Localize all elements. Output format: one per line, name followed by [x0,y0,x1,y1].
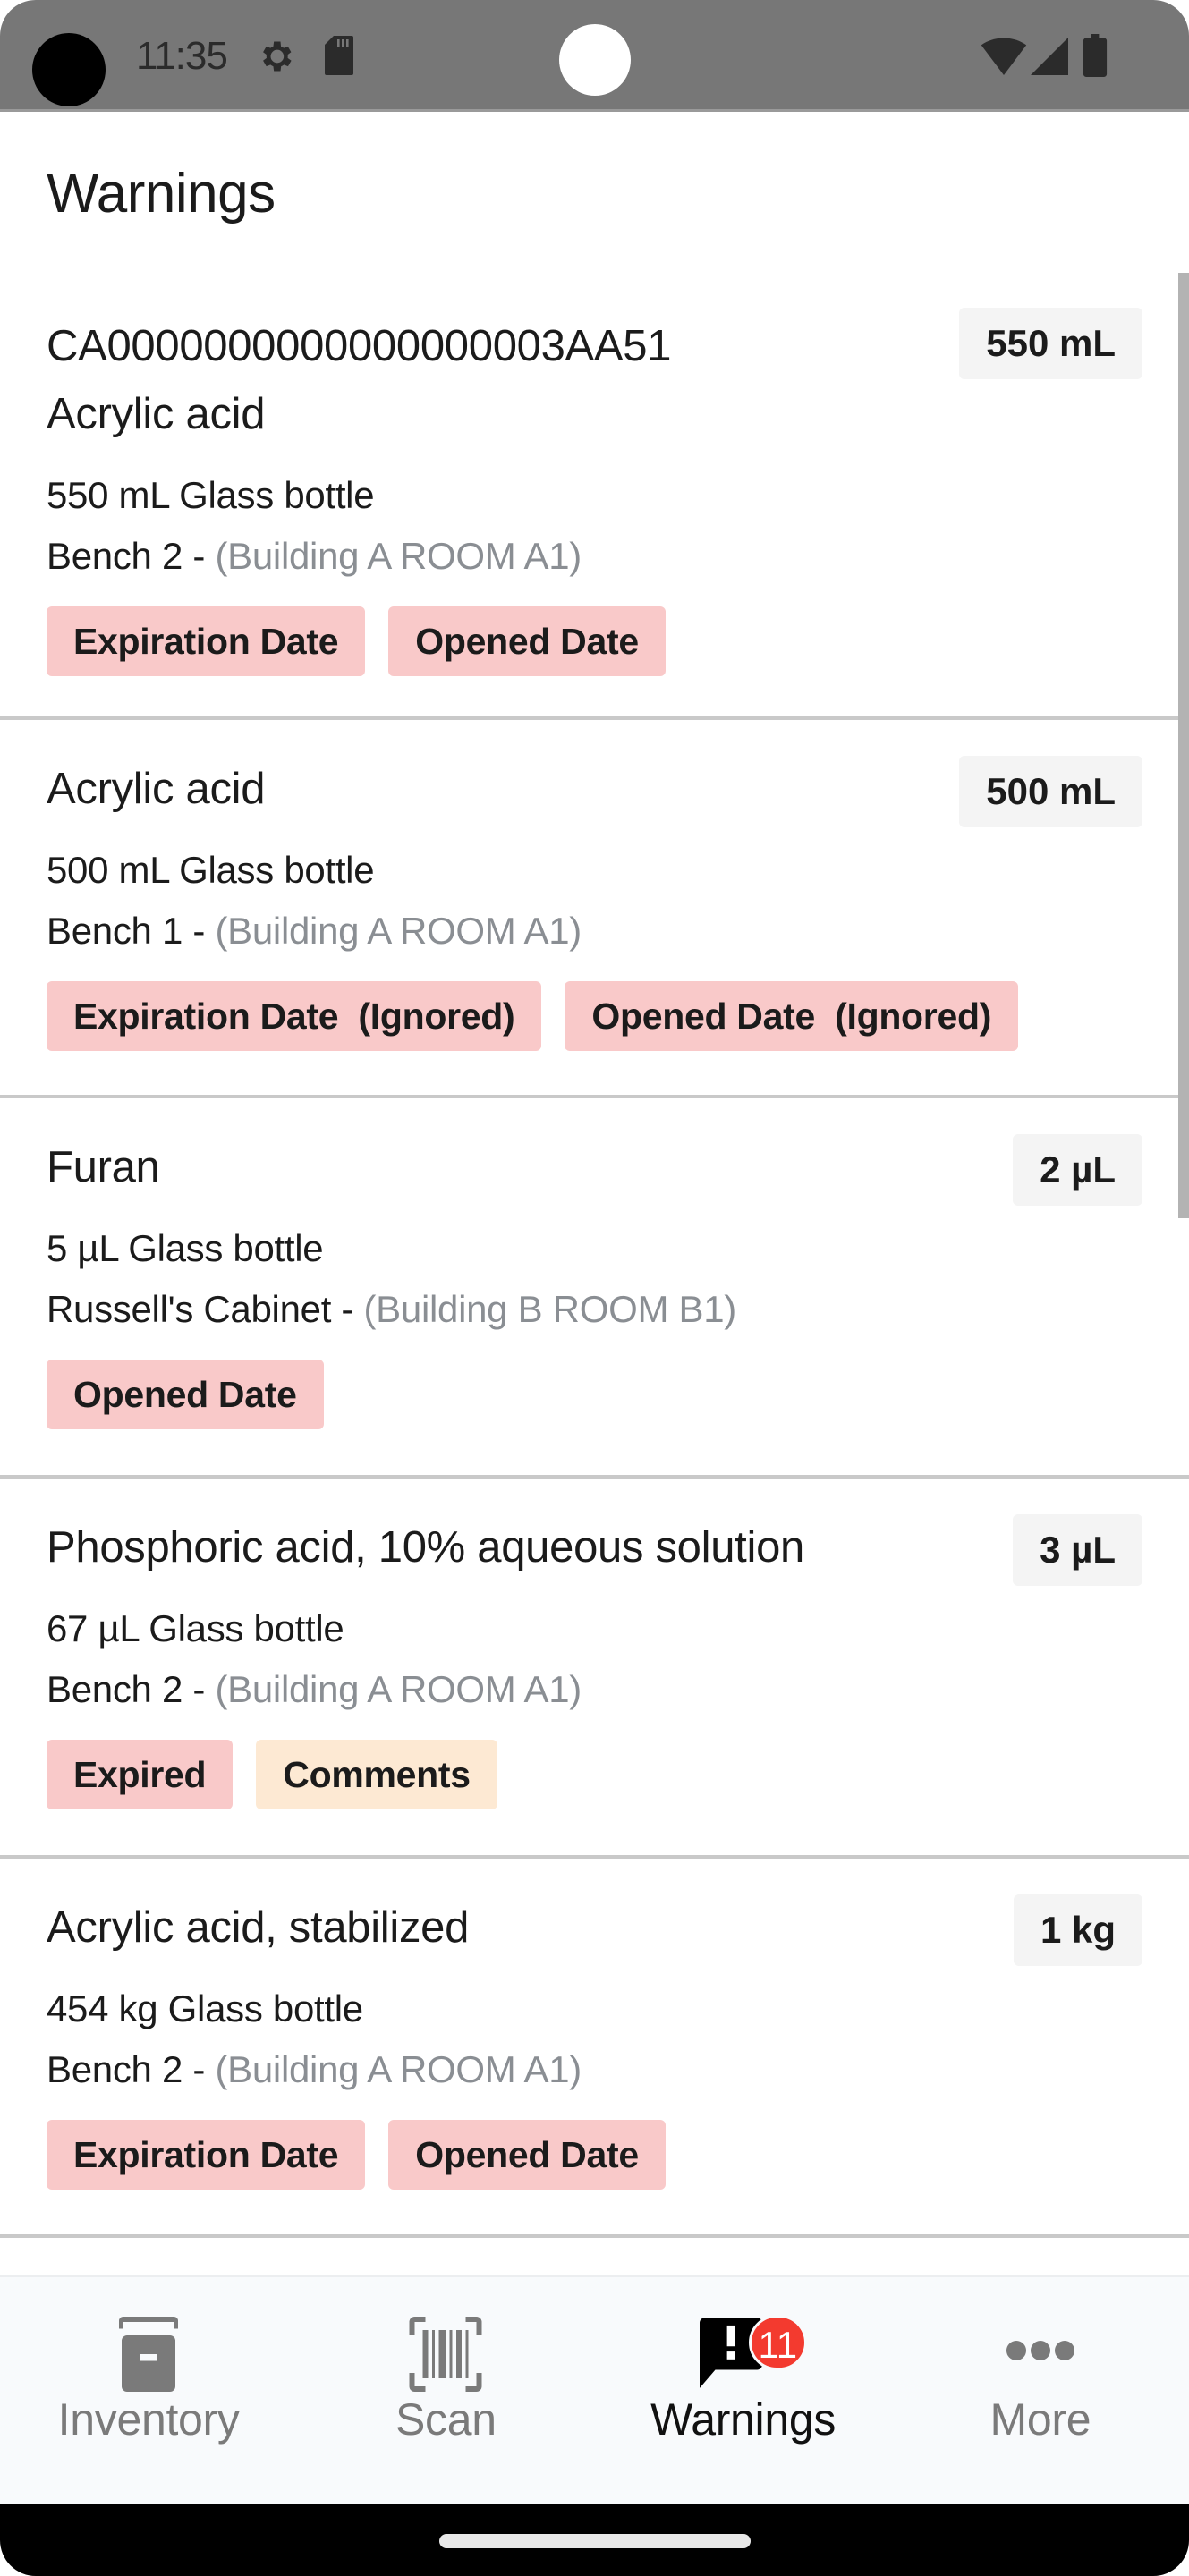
item-name: Furan [47,1143,160,1191]
wifi-icon [981,38,1027,80]
warning-tags: Expiration Date (Ignored) Opened Date (I… [47,981,1142,1051]
item-container: 5 µL Glass bottle [47,1227,324,1269]
warning-tag: Opened Date (Ignored) [565,981,1019,1051]
cellular-signal-icon [1031,38,1068,80]
warning-tag: Opened Date [388,2120,666,2190]
status-time: 11:35 [136,34,228,78]
location-name: Bench 2 - [47,2048,216,2090]
quantity-chip: 2 µL [1013,1134,1142,1206]
page-title: Warnings [47,163,276,225]
barcode-scan-icon [409,2317,482,2396]
nav-item-warnings[interactable]: 11 Warnings [595,2277,892,2504]
nav-item-scan[interactable]: Scan [297,2277,594,2504]
location-parent: (Building A ROOM A1) [215,535,582,577]
warnings-count-badge: 11 [748,2315,808,2370]
warning-card[interactable]: 2 µL Furan 5 µL Glass bottle Russell's C… [0,1098,1189,1479]
item-name: Acrylic acid [47,390,266,438]
item-container: 67 µL Glass bottle [47,1607,344,1649]
item-name: Acrylic acid, stabilized [47,1903,470,1952]
warning-tags: Opened Date [47,1360,1142,1429]
item-name: Phosphoric acid, 10% aqueous solution [47,1523,804,1572]
list-scrollbar[interactable] [1178,273,1189,1218]
home-gesture-handle[interactable] [439,2534,751,2548]
location-parent: (Building B ROOM B1) [363,1288,737,1330]
status-bar: 11:35 [0,0,1189,112]
item-location: Russell's Cabinet - (Building B ROOM B1) [47,1279,1142,1340]
front-camera [559,24,631,96]
item-location: Bench 2 - (Building A ROOM A1) [47,2039,1142,2100]
warning-tag: Expiration Date (Ignored) [47,981,542,1051]
nav-label: Warnings [650,2394,837,2445]
warning-tag: Opened Date [47,1360,324,1429]
warnings-list: 550 mL CA0000000000000000003AA51 Acrylic… [0,277,1189,2275]
warning-card[interactable]: 500 mL Acrylic acid 500 mL Glass bottle … [0,720,1189,1098]
system-gesture-bar [0,2504,1189,2576]
location-parent: (Building A ROOM A1) [215,910,582,952]
quantity-chip: 1 kg [1013,1894,1142,1966]
item-container: 550 mL Glass bottle [47,474,375,516]
sd-card-icon [324,36,354,80]
nav-label: More [989,2394,1091,2445]
quantity-chip: 3 µL [1013,1514,1142,1586]
app-header: Warnings [0,112,1189,277]
item-location: Bench 2 - (Building A ROOM A1) [47,526,1142,587]
warning-tag: Expired [47,1740,234,1809]
archive-box-icon [119,2317,179,2396]
nav-item-more[interactable]: More [892,2277,1189,2504]
warning-tag: Expiration Date [47,2120,366,2190]
quantity-chip: 500 mL [959,756,1142,827]
item-container: 500 mL Glass bottle [47,849,375,891]
warning-card[interactable]: 550 mL CA0000000000000000003AA51 Acrylic… [0,277,1189,720]
battery-icon [1083,34,1108,81]
location-name: Bench 2 - [47,535,216,577]
item-location: Bench 1 - (Building A ROOM A1) [47,901,1142,962]
warning-tags: Expired Comments [47,1740,1142,1809]
bottom-nav: Inventory Scan 11 Warnings More [0,2275,1189,2504]
warning-card[interactable]: 3 µL Phosphoric acid, 10% aqueous soluti… [0,1479,1189,1859]
quantity-chip: 550 mL [959,308,1142,379]
location-name: Russell's Cabinet - [47,1288,364,1330]
location-parent: (Building A ROOM A1) [215,2048,582,2090]
nav-label: Scan [395,2394,497,2445]
item-location: Bench 2 - (Building A ROOM A1) [47,1659,1142,1720]
camera-cutout [32,33,106,106]
more-dots-icon [1006,2340,1075,2366]
nav-item-inventory[interactable]: Inventory [0,2277,297,2504]
warning-tag: Expiration Date [47,606,366,676]
warning-tags: Expiration Date Opened Date [47,2120,1142,2190]
settings-gear-icon [256,36,295,81]
location-parent: (Building A ROOM A1) [215,1668,582,1710]
item-container: 454 kg Glass bottle [47,1987,363,2029]
warning-tags: Expiration Date Opened Date [47,606,1142,676]
location-name: Bench 1 - [47,910,216,952]
nav-label: Inventory [57,2394,240,2445]
warning-tag: Opened Date [388,606,666,676]
location-name: Bench 2 - [47,1668,216,1710]
comments-tag: Comments [256,1740,497,1809]
warning-card[interactable]: 1 kg Acrylic acid, stabilized 454 kg Gla… [0,1859,1189,2238]
